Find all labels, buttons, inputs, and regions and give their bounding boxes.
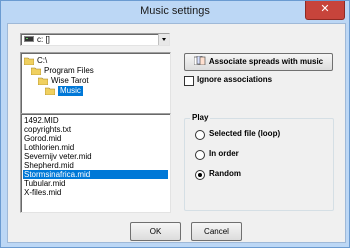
play-group-legend: Play [190, 113, 211, 122]
open-folder-icon [38, 77, 48, 85]
directory-label: C:\ [37, 56, 48, 65]
file-item[interactable]: 1492.MID [23, 116, 168, 125]
radio-button[interactable] [195, 150, 205, 160]
radio-button-checked[interactable] [195, 170, 205, 180]
dialog-client-area: c: [] C:\ Program Files Wise Tarot Music… [7, 23, 346, 243]
title-bar[interactable]: Music settings ✕ [1, 1, 349, 23]
file-item[interactable]: Severnijv veter.mid [23, 152, 168, 161]
radio-label: Selected file (loop) [209, 129, 281, 138]
window-title: Music settings [140, 5, 210, 17]
combo-dropdown-button[interactable] [158, 34, 169, 45]
radio-label: In order [209, 149, 239, 158]
file-item[interactable]: X-files.mid [23, 188, 168, 197]
directory-list[interactable]: C:\ Program Files Wise Tarot Music [20, 52, 171, 121]
open-folder-icon [31, 67, 41, 75]
play-group: Play Selected file (loop) In order Rando… [184, 113, 334, 211]
associate-button-label: Associate spreads with music [208, 57, 324, 66]
radio-button[interactable] [195, 130, 205, 140]
radio-dot-icon [198, 173, 202, 177]
open-folder-icon [45, 87, 55, 95]
radio-label: Random [209, 169, 241, 178]
file-item[interactable]: Shepherd.mid [23, 161, 168, 170]
checkbox-box[interactable] [184, 76, 194, 86]
file-item[interactable]: Lothlorien.mid [23, 143, 168, 152]
drive-icon [24, 36, 34, 42]
music-settings-window: Music settings ✕ c: [] C:\ Program Files… [0, 0, 350, 248]
ok-button[interactable]: OK [130, 222, 181, 241]
file-list[interactable]: 1492.MID copyrights.txt Gorod.mid Lothlo… [20, 113, 171, 213]
directory-label: Music [58, 86, 83, 96]
file-item[interactable]: Gorod.mid [23, 134, 168, 143]
checkbox-label: Ignore associations [197, 75, 273, 84]
file-item[interactable]: Tubular.mid [23, 179, 168, 188]
directory-label: Wise Tarot [51, 76, 89, 85]
open-folder-icon [24, 57, 34, 65]
associate-spreads-button[interactable]: Associate spreads with music [184, 53, 333, 71]
cancel-button[interactable]: Cancel [191, 222, 242, 241]
file-item-selected[interactable]: Stormsinafrica.mid [23, 170, 168, 179]
chevron-down-icon [162, 38, 166, 41]
directory-label: Program Files [44, 66, 94, 75]
close-button[interactable]: ✕ [305, 1, 345, 20]
file-item[interactable]: copyrights.txt [23, 125, 168, 134]
drive-combo[interactable]: c: [] [20, 33, 170, 46]
cards-icon [193, 56, 206, 65]
drive-value: c: [] [37, 35, 50, 44]
close-icon: ✕ [320, 3, 330, 15]
